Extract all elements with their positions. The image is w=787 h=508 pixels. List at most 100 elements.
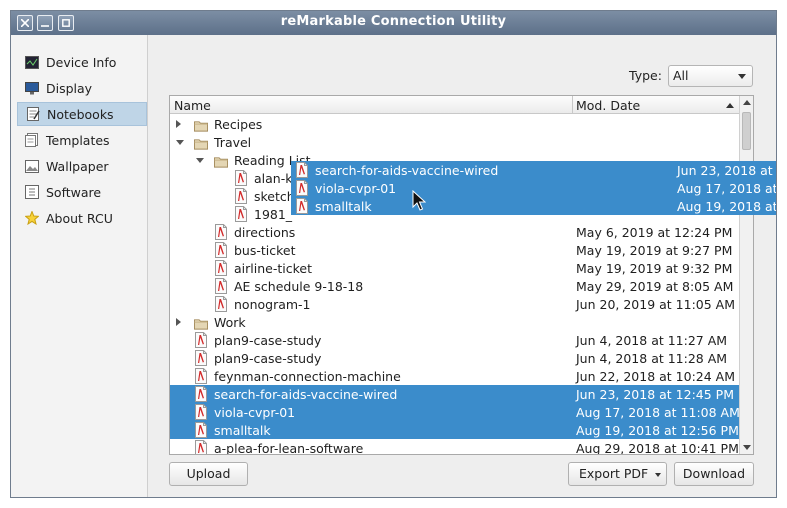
collapse-arrow-icon[interactable] <box>196 158 204 163</box>
row-date: Jun 22, 2018 at 10:24 AM <box>576 369 736 384</box>
sidebar-item-device-info[interactable]: Device Info <box>17 50 147 74</box>
display-icon <box>25 81 39 95</box>
notebook-row[interactable]: smalltalk Aug 19, 2018 at 12:56 PM <box>170 421 739 439</box>
upload-button[interactable]: Upload <box>169 462 248 486</box>
column-header-name[interactable]: Name <box>174 98 211 113</box>
sidebar-item-display[interactable]: Display <box>17 76 147 100</box>
list-header: Name Mod. Date <box>170 96 739 114</box>
pdf-document-icon <box>215 278 227 294</box>
row-name: plan9-case-study <box>214 351 322 366</box>
row-name: Recipes <box>214 117 263 132</box>
pdf-document-icon <box>215 296 227 312</box>
sidebar-item-wallpaper[interactable]: Wallpaper <box>17 154 147 178</box>
column-divider[interactable] <box>572 96 573 114</box>
row-name: Travel <box>214 135 252 150</box>
window-title: reMarkable Connection Utility <box>280 14 507 29</box>
pdf-document-icon <box>296 198 308 214</box>
app-window: reMarkable Connection Utility Device Inf… <box>10 10 777 498</box>
row-date: Jun 4, 2018 at 11:28 AM <box>576 351 728 366</box>
row-name: nonogram-1 <box>234 297 311 312</box>
sidebar-item-label: Templates <box>46 132 110 148</box>
row-name: search-for-aids-vaccine-wired <box>214 387 398 402</box>
drag-preview-row: search-for-aids-vaccine-wired Jun 23, 201… <box>291 161 776 179</box>
drag-row-date: Jun 23, 2018 at 1 <box>677 163 776 178</box>
row-name: AE schedule 9-18-18 <box>234 279 364 294</box>
notebook-row[interactable]: plan9-case-study Jun 4, 2018 at 11:28 AM <box>170 349 739 367</box>
expand-arrow-icon[interactable] <box>176 318 181 326</box>
sidebar-item-templates[interactable]: Templates <box>17 128 147 152</box>
drag-preview: search-for-aids-vaccine-wired Jun 23, 201… <box>291 161 776 215</box>
software-icon <box>25 185 39 199</box>
collapse-arrow-icon[interactable] <box>176 140 184 145</box>
row-name: viola-cvpr-01 <box>214 405 296 420</box>
sidebar-item-label: Wallpaper <box>46 158 109 174</box>
pdf-document-icon <box>215 260 227 276</box>
sidebar-item-label: Software <box>46 184 102 200</box>
row-name: sketch <box>254 189 295 204</box>
row-name: bus-ticket <box>234 243 296 258</box>
row-date: May 6, 2019 at 12:24 PM <box>576 225 733 240</box>
notebook-row[interactable]: feynman-connection-machine Jun 22, 2018 a… <box>170 367 739 385</box>
pdf-document-icon <box>195 350 207 366</box>
notebook-row[interactable]: airline-ticket May 19, 2019 at 9:32 PM <box>170 259 739 277</box>
notebook-row[interactable]: viola-cvpr-01 Aug 17, 2018 at 11:08 AM <box>170 403 739 421</box>
column-header-date[interactable]: Mod. Date <box>576 98 640 113</box>
pdf-document-icon <box>215 242 227 258</box>
sidebar-item-notebooks[interactable]: Notebooks <box>17 102 147 126</box>
type-filter-label: Type: <box>629 68 662 83</box>
pdf-document-icon <box>195 368 207 384</box>
folder-row[interactable]: Recipes <box>170 115 739 133</box>
drag-row-date: Aug 17, 2018 at <box>677 181 776 196</box>
templates-icon <box>25 133 39 147</box>
pdf-document-icon <box>215 224 227 240</box>
notebook-row[interactable]: a-plea-for-lean-software Aug 29, 2018 at … <box>170 439 739 455</box>
drag-row-name: smalltalk <box>315 199 372 214</box>
folder-row[interactable]: Travel <box>170 133 739 151</box>
chevron-down-icon <box>738 74 746 79</box>
sidebar-item-label: Device Info <box>46 54 117 70</box>
row-name: Work <box>214 315 246 330</box>
row-name: a-plea-for-lean-software <box>214 441 364 455</box>
pdf-document-icon <box>296 162 308 178</box>
notebook-row[interactable]: search-for-aids-vaccine-wired Jun 23, 201… <box>170 385 739 403</box>
device-info-icon <box>25 55 39 69</box>
row-date: May 19, 2019 at 9:27 PM <box>576 243 733 258</box>
pdf-document-icon <box>296 180 308 196</box>
dropdown-arrow-icon[interactable] <box>655 473 661 477</box>
expand-arrow-icon[interactable] <box>176 120 181 128</box>
row-date: Aug 29, 2018 at 10:41 PM <box>576 441 739 455</box>
pdf-document-icon <box>235 170 247 186</box>
sidebar-item-label: Notebooks <box>47 106 114 122</box>
folder-row[interactable]: Work <box>170 313 739 331</box>
notebook-row[interactable]: directions May 6, 2019 at 12:24 PM <box>170 223 739 241</box>
sidebar-item-about-rcu[interactable]: About RCU <box>17 206 147 230</box>
vertical-scrollbar[interactable] <box>739 96 753 454</box>
drag-row-name: search-for-aids-vaccine-wired <box>315 163 499 178</box>
row-name: plan9-case-study <box>214 333 322 348</box>
notebooks-panel: Type: All Name Mod. Date Recipes Travel Re… <box>149 35 776 497</box>
scrollbar-thumb[interactable] <box>742 112 751 150</box>
scroll-up-icon[interactable] <box>743 100 751 105</box>
scroll-down-icon[interactable] <box>743 445 751 450</box>
drag-row-date: Aug 19, 2018 at <box>677 199 776 214</box>
notebook-row[interactable]: plan9-case-study Jun 4, 2018 at 11:27 AM <box>170 331 739 349</box>
notebook-row[interactable]: nonogram-1 Jun 20, 2019 at 11:05 AM <box>170 295 739 313</box>
notebook-row[interactable]: AE schedule 9-18-18 May 29, 2019 at 8:05 … <box>170 277 739 295</box>
download-button[interactable]: Download <box>674 462 754 486</box>
sidebar-item-software[interactable]: Software <box>17 180 147 204</box>
notebook-row[interactable]: bus-ticket May 19, 2019 at 9:27 PM <box>170 241 739 259</box>
row-name: directions <box>234 225 296 240</box>
row-date: Jun 4, 2018 at 11:27 AM <box>576 333 728 348</box>
row-name: smalltalk <box>214 423 271 438</box>
pdf-document-icon <box>195 440 207 454</box>
export-pdf-label: Export PDF <box>579 466 649 481</box>
export-pdf-button[interactable]: Export PDF <box>568 462 667 486</box>
drag-preview-row: viola-cvpr-01 Aug 17, 2018 at <box>291 179 776 197</box>
type-filter-value: All <box>673 68 689 83</box>
type-filter-select[interactable]: All <box>668 65 753 87</box>
title-bar[interactable]: reMarkable Connection Utility <box>11 11 776 35</box>
wallpaper-icon <box>25 159 39 173</box>
folder-icon <box>214 157 228 168</box>
notebook-tree[interactable]: Name Mod. Date Recipes Travel Reading List… <box>169 95 754 455</box>
pdf-document-icon <box>235 206 247 222</box>
